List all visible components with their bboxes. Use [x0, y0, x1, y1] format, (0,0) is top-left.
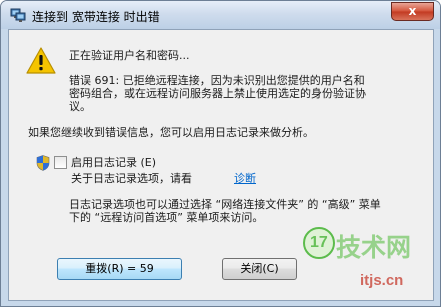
- watermark-site: itjs.cn: [360, 272, 404, 289]
- error-text-line-1: 错误 691: 已拒绝远程连接，因为未识别出您提供的用户名和: [69, 74, 365, 87]
- diagnose-link[interactable]: 诊断: [234, 172, 256, 185]
- continue-hint-text: 如果您继续收到错误信息，您可以启用日志记录来做分析。: [28, 126, 314, 139]
- logging-info-line-1: 日志记录选项也可以通过选择 “网络连接文件夹” 的 “高级” 菜单: [69, 198, 381, 211]
- dialog-window: 连接到 宽带连接 时出错 x 正在验证用户名和密码... 错误 691: 已拒绝…: [0, 0, 441, 307]
- enable-logging-checkbox[interactable]: [54, 156, 67, 169]
- error-text-line-2: 密码组合，或在远程访问服务器上禁止使用选定的身份验证协: [69, 87, 366, 100]
- redial-button[interactable]: 重拨(R) = 59: [57, 258, 182, 280]
- watermark: 17 技术网 itjs.cn: [302, 226, 435, 302]
- error-text-line-3: 议。: [69, 100, 91, 113]
- dialog-body: 正在验证用户名和密码... 错误 691: 已拒绝远程连接，因为未识别出您提供的…: [8, 29, 434, 301]
- logging-about-text: 关于日志记录选项，请看: [71, 172, 192, 185]
- warning-icon: [26, 47, 56, 74]
- network-connection-icon: [10, 8, 26, 22]
- uac-shield-icon: [36, 155, 50, 171]
- window-close-button[interactable]: x: [391, 2, 434, 21]
- watermark-brand: 技术网: [336, 233, 412, 262]
- close-button[interactable]: 关闭(C): [222, 258, 297, 280]
- watermark-number: 17: [310, 234, 328, 251]
- window-title: 连接到 宽带连接 时出错: [32, 10, 160, 24]
- enable-logging-label[interactable]: 启用日志记录 (E): [71, 156, 156, 169]
- verifying-text: 正在验证用户名和密码...: [69, 49, 190, 62]
- logging-info-line-2: 下的 “远程访问首选项” 菜单项来访问。: [69, 211, 264, 224]
- title-bar[interactable]: 连接到 宽带连接 时出错 x: [1, 1, 440, 29]
